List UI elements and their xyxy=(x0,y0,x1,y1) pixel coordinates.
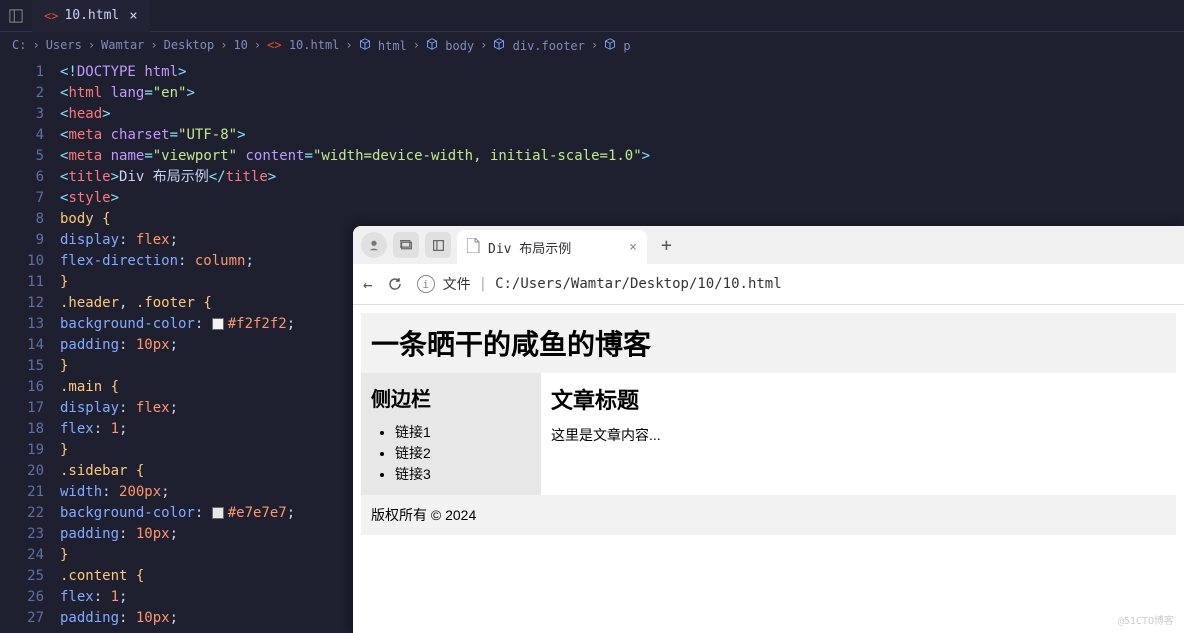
editor-tab-filename: 10.html xyxy=(64,8,119,23)
browser-tab-active[interactable]: Div 布局示例 × xyxy=(457,230,647,264)
code-line[interactable]: <!DOCTYPE html> xyxy=(60,62,1184,83)
html-file-icon: <> xyxy=(44,9,58,23)
document-icon xyxy=(467,238,480,257)
back-button[interactable]: ← xyxy=(363,275,373,294)
editor-tab[interactable]: <> 10.html × xyxy=(32,0,150,32)
chevron-right-icon: › xyxy=(150,38,157,52)
code-line[interactable]: <style> xyxy=(60,188,1184,209)
color-swatch xyxy=(212,507,224,519)
sidebar-link[interactable]: 链接3 xyxy=(395,464,531,485)
line-numbers: 1234567891011121314151617181920212223242… xyxy=(0,62,60,629)
breadcrumb-segment[interactable]: p xyxy=(604,38,630,53)
rendered-page: 一条晒干的咸鱼的博客 侧边栏 链接1链接2链接3 文章标题 这里是文章内容...… xyxy=(353,305,1184,633)
page-footer: 版权所有 © 2024 xyxy=(361,495,1176,535)
sidebar-link[interactable]: 链接2 xyxy=(395,443,531,464)
sidebar-link[interactable]: 链接1 xyxy=(395,422,531,443)
footer-text: 版权所有 © 2024 xyxy=(371,505,1166,525)
chevron-right-icon: › xyxy=(32,38,39,52)
browser-tab-strip: Div 布局示例 × + xyxy=(353,226,1184,264)
addr-scheme: 文件 xyxy=(443,274,471,294)
chevron-right-icon: › xyxy=(591,38,598,52)
close-icon[interactable]: × xyxy=(629,240,637,255)
breadcrumb-segment[interactable]: html xyxy=(359,38,407,53)
watermark: @51CTO博客 xyxy=(1118,612,1174,627)
code-line[interactable]: <head> xyxy=(60,104,1184,125)
page-title: 一条晒干的咸鱼的博客 xyxy=(371,323,1166,363)
chevron-right-icon: › xyxy=(413,38,420,52)
refresh-button[interactable] xyxy=(387,276,403,292)
new-tab-button[interactable]: + xyxy=(653,235,680,256)
breadcrumb-segment[interactable]: div.footer xyxy=(493,38,584,53)
code-line[interactable]: <meta charset="UTF-8"> xyxy=(60,125,1184,146)
profile-button[interactable] xyxy=(361,232,387,258)
info-icon[interactable]: i xyxy=(417,275,435,293)
browser-toolbar: ← i 文件 | C:/Users/Wamtar/Desktop/10/10.h… xyxy=(353,264,1184,304)
sidebar-list: 链接1链接2链接3 xyxy=(371,422,531,485)
chevron-right-icon: › xyxy=(88,38,95,52)
browser-chrome: Div 布局示例 × + ← i 文件 | C:/Users/Wamtar/De… xyxy=(353,226,1184,305)
workspaces-button[interactable] xyxy=(393,232,419,258)
page-sidebar: 侧边栏 链接1链接2链接3 xyxy=(361,373,541,495)
color-swatch xyxy=(212,318,224,330)
code-line[interactable]: <title>Div 布局示例</title> xyxy=(60,167,1184,188)
close-icon[interactable]: × xyxy=(129,8,137,24)
breadcrumb-segment[interactable]: Wamtar xyxy=(101,38,144,52)
code-line[interactable]: <meta name="viewport" content="width=dev… xyxy=(60,146,1184,167)
browser-window: Div 布局示例 × + ← i 文件 | C:/Users/Wamtar/De… xyxy=(353,226,1184,633)
content-body: 这里是文章内容... xyxy=(551,425,1166,445)
chevron-right-icon: › xyxy=(220,38,227,52)
code-line[interactable]: <html lang="en"> xyxy=(60,83,1184,104)
breadcrumb-segment[interactable]: body xyxy=(426,38,474,53)
browser-tab-title: Div 布局示例 xyxy=(488,238,571,257)
chevron-right-icon: › xyxy=(345,38,352,52)
divider: | xyxy=(479,276,487,292)
breadcrumb-segment[interactable]: 10 xyxy=(233,38,247,52)
editor-tab-bar: <> 10.html × xyxy=(0,0,1184,32)
address-bar[interactable]: i 文件 | C:/Users/Wamtar/Desktop/10/10.htm… xyxy=(417,274,1174,294)
chevron-right-icon: › xyxy=(480,38,487,52)
editor-layout-icon[interactable] xyxy=(0,9,32,23)
sidebar-title: 侧边栏 xyxy=(371,383,531,412)
page-main: 侧边栏 链接1链接2链接3 文章标题 这里是文章内容... xyxy=(361,373,1176,495)
breadcrumb-segment[interactable]: Users xyxy=(46,38,82,52)
breadcrumb-segment[interactable]: Desktop xyxy=(164,38,215,52)
page-header: 一条晒干的咸鱼的博客 xyxy=(361,313,1176,373)
chevron-right-icon: › xyxy=(254,38,261,52)
breadcrumb-segment[interactable]: C: xyxy=(12,38,26,52)
content-title: 文章标题 xyxy=(551,383,1166,415)
addr-path: C:/Users/Wamtar/Desktop/10/10.html xyxy=(495,276,782,292)
breadcrumb-segment[interactable]: <> 10.html xyxy=(267,38,339,52)
sidebar-toggle-button[interactable] xyxy=(425,232,451,258)
breadcrumb[interactable]: C: › Users › Wamtar › Desktop › 10 › <> 10.html › h… xyxy=(0,32,1184,58)
page-content: 文章标题 这里是文章内容... xyxy=(541,373,1176,495)
